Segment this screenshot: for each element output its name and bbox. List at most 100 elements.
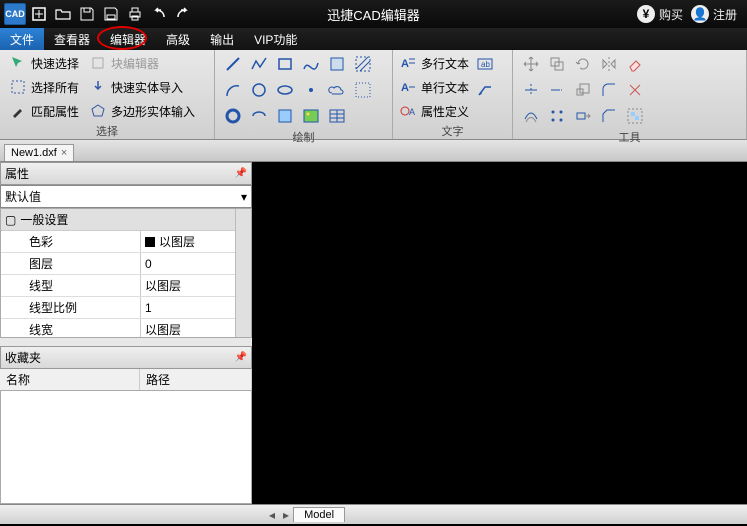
table-icon[interactable] xyxy=(325,104,349,128)
prop-row-layer[interactable]: 图层0 xyxy=(1,253,251,275)
register-button[interactable]: 👤注册 xyxy=(691,5,737,23)
spline-icon[interactable] xyxy=(299,52,323,76)
chamfer-icon[interactable] xyxy=(597,104,621,128)
point-icon[interactable] xyxy=(299,78,323,102)
ribbon-group-draw: 绘制 xyxy=(215,50,393,139)
circle-icon[interactable] xyxy=(247,78,271,102)
save-icon[interactable] xyxy=(76,3,98,25)
prop-row-lineweight[interactable]: 线宽以图层 xyxy=(1,319,251,338)
doc-tab-1[interactable]: New1.dxf × xyxy=(4,144,74,161)
tab-next-icon[interactable]: ▸ xyxy=(279,508,293,522)
chevron-down-icon: ▾ xyxy=(241,190,247,204)
menu-vip[interactable]: VIP功能 xyxy=(244,28,307,50)
open-icon[interactable] xyxy=(52,3,74,25)
buy-button[interactable]: ¥购买 xyxy=(637,5,683,23)
menu-editor[interactable]: 编辑器 xyxy=(100,28,156,50)
menu-viewer[interactable]: 查看器 xyxy=(44,28,100,50)
copy-icon[interactable] xyxy=(545,52,569,76)
offset-icon[interactable] xyxy=(519,104,543,128)
match-props-button[interactable]: 匹配属性 xyxy=(6,100,82,122)
menu-file[interactable]: 文件 xyxy=(0,28,44,50)
ellipse-arc-icon[interactable] xyxy=(247,104,271,128)
donut-icon[interactable] xyxy=(221,104,245,128)
mtext-button[interactable]: A多行文本 xyxy=(399,52,469,74)
quick-select-label: 快速选择 xyxy=(31,55,79,72)
erase-icon[interactable] xyxy=(623,52,647,76)
trim-icon[interactable] xyxy=(519,78,543,102)
attrdef-button[interactable]: A属性定义 xyxy=(399,100,469,122)
attrdef-icon: A xyxy=(399,102,417,120)
import-icon xyxy=(89,78,107,96)
app-icon[interactable]: CAD xyxy=(4,3,26,25)
prop-color-key: 色彩 xyxy=(1,231,141,252)
leader-icon[interactable] xyxy=(473,78,497,102)
pin-icon[interactable]: 📌 xyxy=(235,168,247,179)
properties-title: 属性 xyxy=(5,165,29,182)
group-select-label: 选择 xyxy=(6,122,208,140)
drawing-canvas[interactable] xyxy=(252,162,747,504)
menu-output[interactable]: 输出 xyxy=(200,28,244,50)
group-draw-label: 绘制 xyxy=(221,128,386,146)
mirror-icon[interactable] xyxy=(597,52,621,76)
tools-grid xyxy=(519,52,647,128)
boundary-icon[interactable] xyxy=(351,78,375,102)
text-field-icon[interactable]: ab xyxy=(473,52,497,76)
properties-selector[interactable]: 默认值 ▾ xyxy=(0,185,252,208)
new-icon[interactable] xyxy=(28,3,50,25)
model-tab[interactable]: Model xyxy=(293,507,345,522)
region-icon[interactable] xyxy=(325,52,349,76)
select-all-button[interactable]: 选择所有 xyxy=(6,76,82,98)
prop-row-color[interactable]: 色彩以图层 xyxy=(1,231,251,253)
stext-button[interactable]: A单行文本 xyxy=(399,76,469,98)
properties-scrollbar[interactable] xyxy=(235,209,251,337)
fillet-icon[interactable] xyxy=(597,78,621,102)
block-insert-icon[interactable] xyxy=(273,104,297,128)
scale-icon[interactable] xyxy=(571,78,595,102)
redo-icon[interactable] xyxy=(172,3,194,25)
block-editor-button: 块编辑器 xyxy=(86,52,198,74)
prop-row-linetype[interactable]: 线型以图层 xyxy=(1,275,251,297)
extend-icon[interactable] xyxy=(545,78,569,102)
group-icon[interactable] xyxy=(623,104,647,128)
line-icon[interactable] xyxy=(221,52,245,76)
image-icon[interactable] xyxy=(299,104,323,128)
menu-bar: 文件 查看器 编辑器 高级 输出 VIP功能 xyxy=(0,28,747,50)
menu-editor-label: 编辑器 xyxy=(110,31,146,48)
properties-table: ▢一般设置 色彩以图层 图层0 线型以图层 线型比例1 线宽以图层 xyxy=(0,208,252,338)
user-icon: 👤 xyxy=(691,5,709,23)
array-icon[interactable] xyxy=(545,104,569,128)
pin-icon[interactable]: 📌 xyxy=(235,352,247,363)
prop-row-ltscale[interactable]: 线型比例1 xyxy=(1,297,251,319)
tab-prev-icon[interactable]: ◂ xyxy=(265,508,279,522)
menu-advanced[interactable]: 高级 xyxy=(156,28,200,50)
currency-icon: ¥ xyxy=(637,5,655,23)
quick-select-button[interactable]: 快速选择 xyxy=(6,52,82,74)
polygon-icon xyxy=(89,102,107,120)
print-icon[interactable] xyxy=(124,3,146,25)
cloud-icon[interactable] xyxy=(325,78,349,102)
stext-label: 单行文本 xyxy=(421,79,469,96)
main-area: 属性 📌 默认值 ▾ ▢一般设置 色彩以图层 图层0 线型以图层 线型比例1 线… xyxy=(0,162,747,504)
explode-icon[interactable] xyxy=(623,78,647,102)
undo-icon[interactable] xyxy=(148,3,170,25)
prop-group-general[interactable]: ▢一般设置 xyxy=(1,209,251,231)
fav-col-name[interactable]: 名称 xyxy=(0,369,140,390)
app-title: 迅捷CAD编辑器 xyxy=(327,5,419,24)
close-icon[interactable]: × xyxy=(61,147,67,159)
stretch-icon[interactable] xyxy=(571,104,595,128)
favorites-header: 收藏夹 📌 xyxy=(0,346,252,369)
polygon-entity-input-button[interactable]: 多边形实体输入 xyxy=(86,100,198,122)
fav-col-path[interactable]: 路径 xyxy=(140,369,252,390)
saveas-icon[interactable] xyxy=(100,3,122,25)
rotate-icon[interactable] xyxy=(571,52,595,76)
quick-entity-import-button[interactable]: 快速实体导入 xyxy=(86,76,198,98)
arc-icon[interactable] xyxy=(221,78,245,102)
rect-icon[interactable] xyxy=(273,52,297,76)
select-all-icon xyxy=(9,78,27,96)
ellipse-icon[interactable] xyxy=(273,78,297,102)
group-text-label: 文字 xyxy=(399,122,506,140)
hatch-icon[interactable] xyxy=(351,52,375,76)
move-icon[interactable] xyxy=(519,52,543,76)
prop-ltscale-key: 线型比例 xyxy=(1,297,141,318)
polyline-icon[interactable] xyxy=(247,52,271,76)
